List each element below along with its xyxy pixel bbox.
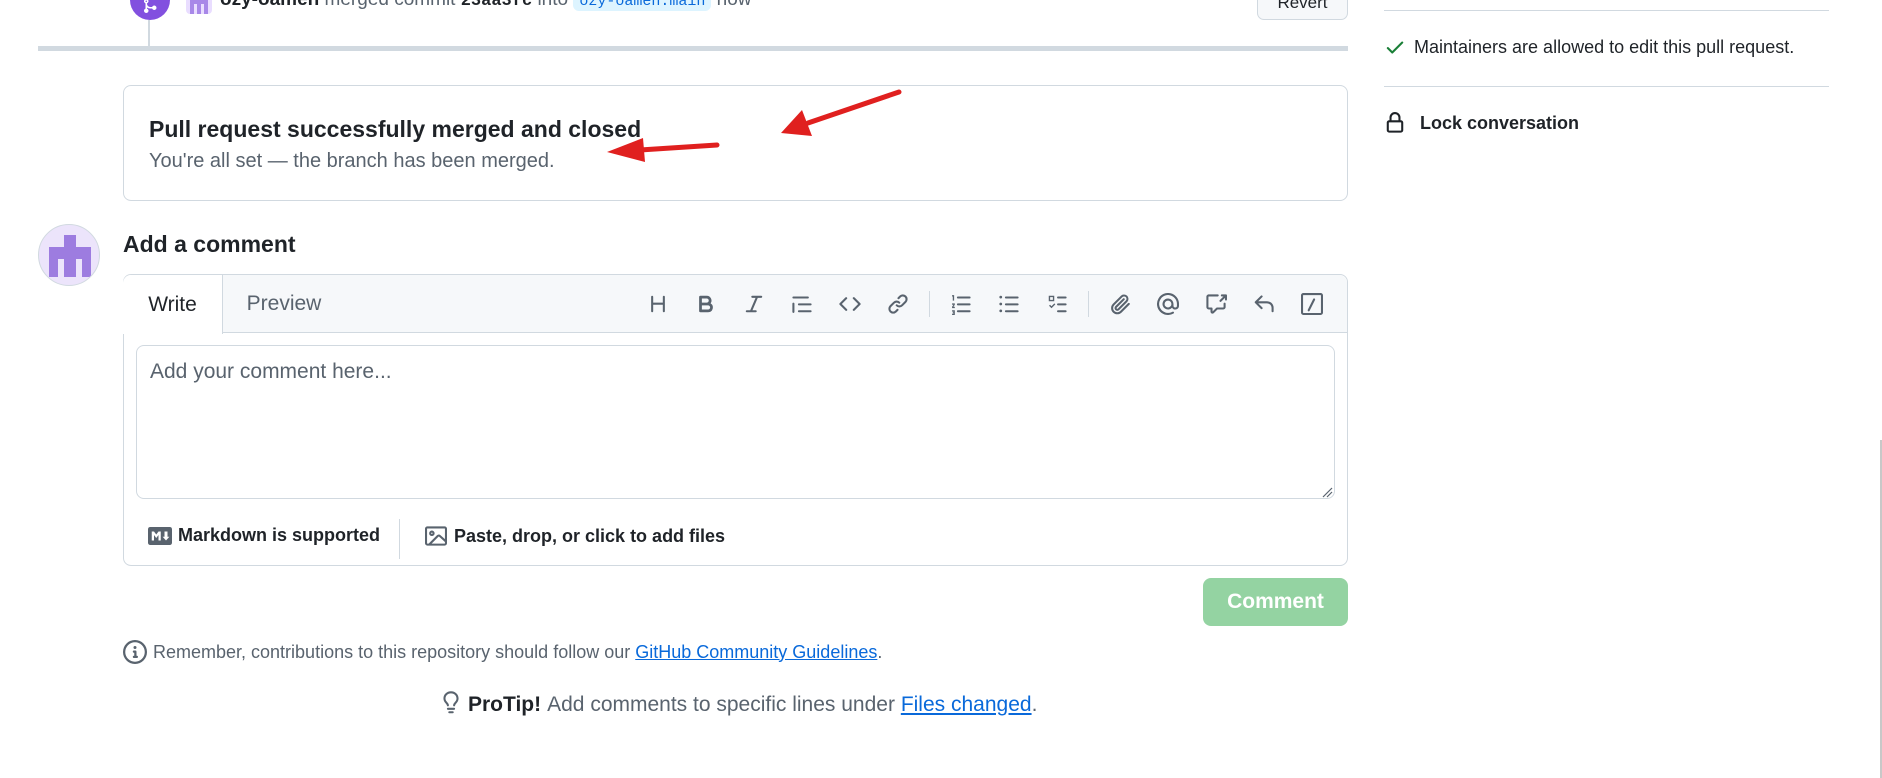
info-icon <box>123 640 147 664</box>
timeline-end-divider <box>38 46 1348 51</box>
maintainers-text: Maintainers are allowed to edit this pul… <box>1414 36 1795 57</box>
link-icon[interactable] <box>879 285 917 323</box>
toolbar-separator <box>929 291 930 317</box>
toolbar-separator <box>1088 291 1089 317</box>
sidebar-divider <box>1384 10 1829 11</box>
merged-event-text: ozy-oamen merged commit 23aa3fc into ozy… <box>220 0 752 14</box>
event-action: merged commit <box>325 0 456 10</box>
resize-grip-icon[interactable] <box>1321 486 1333 498</box>
guidelines-note: Remember, contributions to this reposito… <box>123 640 882 664</box>
tab-write[interactable]: Write <box>123 275 223 334</box>
lock-conversation-label: Lock conversation <box>1420 112 1580 133</box>
merged-event: ozy-oamen merged commit 23aa3fc into ozy… <box>130 0 1350 22</box>
add-comment-heading: Add a comment <box>123 231 296 257</box>
markdown-toolbar <box>629 285 1331 323</box>
branch-label[interactable]: ozy-oamen:main <box>573 0 712 11</box>
protip-suffix: . <box>1031 693 1038 716</box>
attach-files-button[interactable]: Paste, drop, or click to add files <box>424 525 725 547</box>
user-avatar[interactable] <box>38 224 100 286</box>
comment-footer: Markdown is supported Paste, drop, or cl… <box>124 513 1347 565</box>
protip: ProTip! Add comments to specific lines u… <box>440 691 1037 719</box>
event-time[interactable]: now <box>717 0 752 10</box>
markdown-hint-text: Markdown is supported <box>178 525 381 545</box>
protip-label: ProTip! <box>468 693 542 716</box>
task-list-icon[interactable] <box>1038 285 1076 323</box>
code-icon[interactable] <box>831 285 869 323</box>
protip-text: Add comments to specific lines under <box>547 693 895 716</box>
mention-icon[interactable] <box>1149 285 1187 323</box>
community-guidelines-link[interactable]: GitHub Community Guidelines <box>635 642 877 663</box>
sidebar-divider <box>1384 86 1829 87</box>
markdown-icon <box>148 526 172 545</box>
comment-form: Write Preview Markdown is supported <box>123 274 1348 566</box>
lightbulb-icon <box>443 691 459 714</box>
tab-preview[interactable]: Preview <box>224 275 344 333</box>
reply-icon[interactable] <box>1245 285 1283 323</box>
quote-icon[interactable] <box>783 285 821 323</box>
check-icon <box>1386 41 1404 54</box>
merge-status-box: Pull request successfully merged and clo… <box>123 85 1348 201</box>
maintainers-edit-note: Maintainers are allowed to edit this pul… <box>1384 36 1794 58</box>
ordered-list-icon[interactable] <box>942 285 980 323</box>
attach-hint-text: Paste, drop, or click to add files <box>454 525 726 546</box>
image-icon <box>425 526 447 546</box>
cross-reference-icon[interactable] <box>1197 285 1235 323</box>
event-into: into <box>537 0 568 10</box>
commit-sha-link[interactable]: 23aa3fc <box>461 0 532 11</box>
bold-icon[interactable] <box>687 285 725 323</box>
guidelines-suffix: . <box>877 641 883 662</box>
event-user-link[interactable]: ozy-oamen <box>220 0 319 10</box>
lock-icon <box>1386 112 1404 133</box>
revert-button[interactable]: Revert <box>1257 0 1348 20</box>
slash-commands-icon[interactable] <box>1293 285 1331 323</box>
merge-status-title: Pull request successfully merged and clo… <box>149 116 642 142</box>
italic-icon[interactable] <box>735 285 773 323</box>
lock-conversation-button[interactable]: Lock conversation <box>1384 111 1579 135</box>
comment-textarea[interactable] <box>136 345 1335 499</box>
markdown-supported-link[interactable]: Markdown is supported <box>148 525 380 546</box>
attach-icon[interactable] <box>1101 285 1139 323</box>
timeline-line <box>148 20 150 46</box>
merge-status-subtitle: You're all set — the branch has been mer… <box>149 150 555 172</box>
files-changed-link[interactable]: Files changed <box>901 693 1032 717</box>
merge-icon <box>130 0 170 20</box>
footer-separator <box>399 519 400 559</box>
event-user-avatar[interactable] <box>186 0 212 14</box>
comment-submit-button[interactable]: Comment <box>1203 578 1348 626</box>
comment-tabbar: Write Preview <box>123 275 1347 334</box>
heading-icon[interactable] <box>639 285 677 323</box>
guidelines-prefix: Remember, contributions to this reposito… <box>153 641 631 662</box>
unordered-list-icon[interactable] <box>990 285 1028 323</box>
